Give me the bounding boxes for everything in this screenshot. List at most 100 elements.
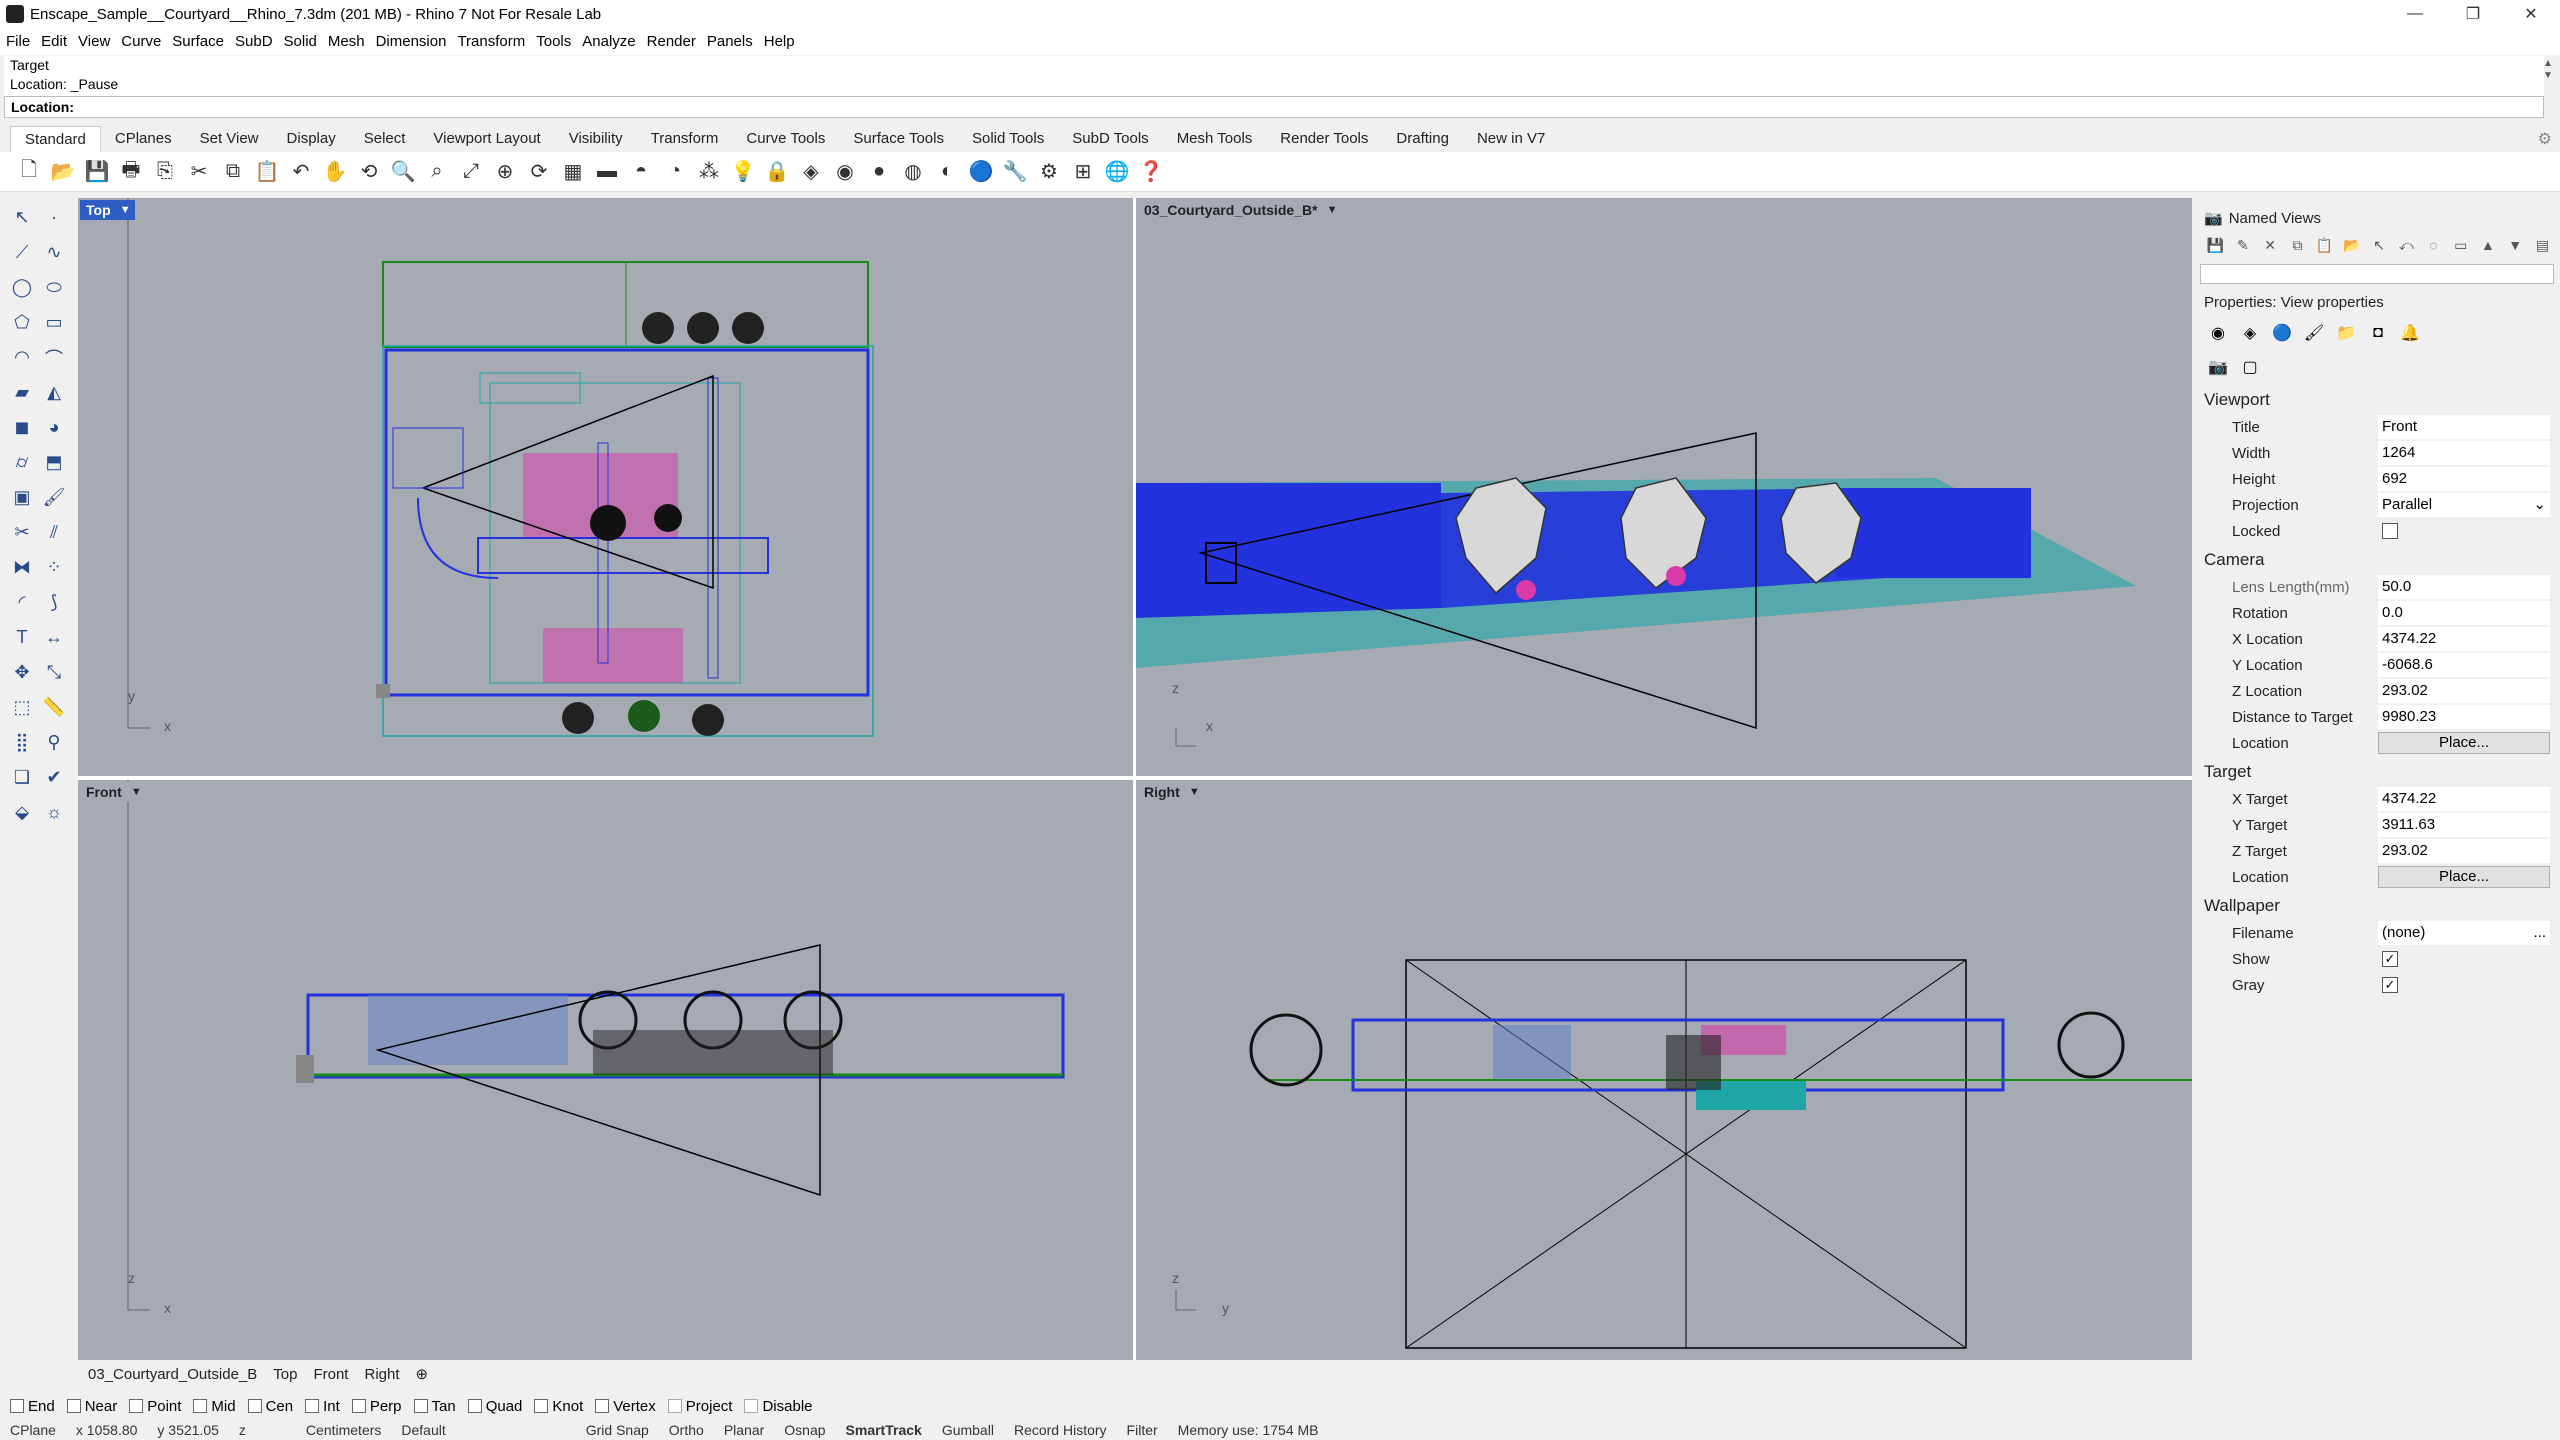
named-views-search[interactable] <box>2200 264 2554 284</box>
filter-toggle[interactable]: Filter <box>1127 1422 1158 1438</box>
tab-mesh-tools[interactable]: Mesh Tools <box>1163 126 1267 152</box>
osnap-near[interactable]: Near <box>66 1398 117 1415</box>
menu-file[interactable]: File <box>6 33 30 50</box>
extrude-icon[interactable]: ⬒ <box>38 447 70 479</box>
menu-subd[interactable]: SubD <box>235 33 273 50</box>
osnap-mid[interactable]: Mid <box>193 1398 236 1415</box>
filename-field[interactable]: (none)... <box>2378 921 2550 945</box>
tab-named-view[interactable]: 03_Courtyard_Outside_B <box>88 1366 257 1383</box>
tab-front[interactable]: Front <box>313 1366 348 1383</box>
zoom-selected-icon[interactable]: ⊕ <box>488 155 522 189</box>
record-history-toggle[interactable]: Record History <box>1014 1422 1107 1438</box>
color-wheel-icon[interactable]: ◉ <box>2202 319 2234 347</box>
menu-mesh[interactable]: Mesh <box>328 33 365 50</box>
osnap-project[interactable]: Project <box>667 1398 732 1415</box>
menu-view[interactable]: View <box>78 33 110 50</box>
dimension-icon[interactable]: ↔ <box>38 622 70 654</box>
tab-subd-tools[interactable]: SubD Tools <box>1058 126 1162 152</box>
checkbox[interactable] <box>193 1399 208 1413</box>
grid-snap-icon[interactable]: ⊞ <box>1066 155 1100 189</box>
rectangle-icon[interactable]: ▭ <box>38 307 70 339</box>
menu-tools[interactable]: Tools <box>536 33 571 50</box>
shaded-icon[interactable]: ● <box>862 155 896 189</box>
texture-icon[interactable]: 🖌 <box>2298 319 2330 347</box>
history-scroll[interactable]: ▲ ▼ <box>2540 58 2556 82</box>
osnap-tan[interactable]: Tan <box>413 1398 456 1415</box>
material-icon[interactable]: ◈ <box>2234 319 2266 347</box>
checkbox[interactable] <box>413 1399 428 1413</box>
print-icon[interactable]: 🖶 <box>114 155 148 189</box>
units[interactable]: Centimeters <box>306 1422 381 1438</box>
display-mode-icon[interactable]: ▤ <box>2529 234 2556 256</box>
show-checkbox[interactable]: ✓ <box>2382 951 2398 967</box>
ruler-icon[interactable]: 📏 <box>38 692 70 724</box>
camera-settings-icon[interactable]: ◘ <box>2362 319 2394 347</box>
render-tools-icon[interactable]: ⬙ <box>6 797 38 829</box>
menu-analyze[interactable]: Analyze <box>582 33 635 50</box>
zoom-extents-icon[interactable]: ⤢ <box>454 155 488 189</box>
help-icon[interactable]: ❓ <box>1134 155 1168 189</box>
tab-right[interactable]: Right <box>364 1366 399 1383</box>
select-icon[interactable]: ↖ <box>6 202 38 234</box>
open-folder-icon[interactable]: 📂 <box>46 155 80 189</box>
lock-icon[interactable]: 🔒 <box>760 155 794 189</box>
explode-icon[interactable]: ⁘ <box>38 552 70 584</box>
zoom-window-icon[interactable]: ⌕ <box>420 155 454 189</box>
offset-icon[interactable]: ⟆ <box>38 587 70 619</box>
layer-icon[interactable]: ⁂ <box>692 155 726 189</box>
tab-solid-tools[interactable]: Solid Tools <box>958 126 1058 152</box>
cplane-label[interactable]: CPlane <box>10 1422 56 1438</box>
menu-curve[interactable]: Curve <box>121 33 161 50</box>
paint-icon[interactable]: 🖌 <box>38 482 70 514</box>
polyline-icon[interactable]: ⟋ <box>6 237 38 269</box>
tab-top[interactable]: Top <box>273 1366 297 1383</box>
hide-icon[interactable]: ◓ <box>624 155 658 189</box>
ortho-toggle[interactable]: Ortho <box>669 1422 704 1438</box>
perspective-viewport-label[interactable]: 03_Courtyard_Outside_B* ▼ <box>1138 200 1342 220</box>
show-icon[interactable]: ◔ <box>658 155 692 189</box>
rendered-icon[interactable]: ◍ <box>896 155 930 189</box>
y-location-field[interactable]: -6068.6 <box>2378 653 2550 677</box>
z-target-field[interactable]: 293.02 <box>2378 839 2550 863</box>
move-icon[interactable]: ✥ <box>6 657 38 689</box>
x-location-field[interactable]: 4374.22 <box>2378 627 2550 651</box>
new-file-icon[interactable]: 🗋 <box>12 155 46 189</box>
tab-display[interactable]: Display <box>273 126 350 152</box>
front-viewport-label[interactable]: Front ▼ <box>80 782 146 802</box>
tab-surface-tools[interactable]: Surface Tools <box>839 126 958 152</box>
pan-icon[interactable]: ✋ <box>318 155 352 189</box>
checkbox[interactable] <box>467 1399 482 1413</box>
undo-icon[interactable]: ↶ <box>284 155 318 189</box>
gray-checkbox[interactable]: ✓ <box>2382 977 2398 993</box>
checkbox[interactable] <box>10 1399 24 1413</box>
perspective-viewport[interactable]: 03_Courtyard_Outside_B* ▼ z x <box>1136 198 2192 776</box>
gumball-toggle[interactable]: Gumball <box>942 1422 994 1438</box>
checkbox[interactable] <box>247 1399 262 1413</box>
tab-set-view[interactable]: Set View <box>186 126 273 152</box>
scale-icon[interactable]: ⤡ <box>38 657 70 689</box>
current-layer[interactable]: Default <box>401 1422 445 1438</box>
viewport-menu-icon[interactable]: ▼ <box>120 200 131 220</box>
four-view-icon[interactable]: ▦ <box>556 155 590 189</box>
ellipse-icon[interactable]: ⬭ <box>38 272 70 304</box>
tab-viewport-layout[interactable]: Viewport Layout <box>419 126 554 152</box>
curve-icon[interactable]: ∿ <box>38 237 70 269</box>
restore-view-icon[interactable]: ⤺ <box>2393 234 2420 256</box>
checkbox[interactable] <box>305 1399 320 1413</box>
tab-select[interactable]: Select <box>350 126 420 152</box>
loft-icon[interactable]: ◭ <box>38 377 70 409</box>
lens-length-field[interactable]: 50.0 <box>2378 575 2550 599</box>
zoom-icon[interactable]: 🔍 <box>386 155 420 189</box>
checkbox[interactable] <box>667 1399 682 1413</box>
delete-view-icon[interactable]: ✕ <box>2256 234 2283 256</box>
front-viewport[interactable]: Front ▼ z x <box>78 780 1133 1360</box>
sun-icon[interactable]: ☼ <box>38 797 70 829</box>
width-field[interactable]: 1264 <box>2378 441 2550 465</box>
layer-panel-icon[interactable]: ❏ <box>6 762 38 794</box>
top-viewport-label[interactable]: Top ▼ <box>80 200 135 220</box>
menu-surface[interactable]: Surface <box>172 33 224 50</box>
checkbox[interactable] <box>66 1399 81 1413</box>
text-icon[interactable]: T <box>6 622 38 654</box>
paste-view-icon[interactable]: 📋 <box>2311 234 2338 256</box>
menu-panels[interactable]: Panels <box>707 33 753 50</box>
